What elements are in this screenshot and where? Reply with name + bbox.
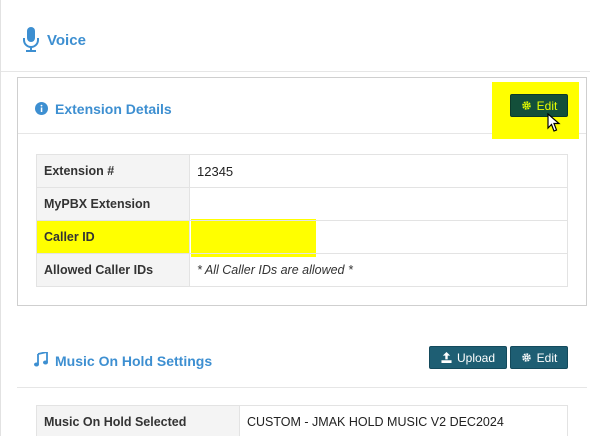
extension-details-table: Extension # 12345 MyPBX Extension Caller…: [36, 154, 568, 287]
voice-section-header: Voice: [1, 0, 590, 72]
table-row: MyPBX Extension: [36, 187, 568, 221]
table-row: Music On Hold Selected CUSTOM - JMAK HOL…: [36, 405, 568, 436]
music-note-icon: [34, 352, 48, 367]
page-title: Voice: [47, 32, 86, 49]
allowed-caller-ids-value: * All Caller IDs are allowed *: [189, 253, 568, 287]
mouse-cursor-icon: [547, 113, 561, 132]
table-row: Allowed Caller IDs * All Caller IDs are …: [36, 253, 568, 287]
caller-id-label: Caller ID: [36, 220, 190, 254]
gear-icon: [521, 353, 531, 362]
voice-page: Voice Extension Details Edit Extension #…: [0, 0, 590, 436]
music-on-hold-table: Music On Hold Selected CUSTOM - JMAK HOL…: [36, 405, 568, 436]
microphone-icon: [23, 27, 39, 52]
moh-selected-value: CUSTOM - JMAK HOLD MUSIC V2 DEC2024: [239, 405, 568, 436]
info-circle-icon: [35, 102, 48, 115]
upload-icon: [441, 352, 452, 363]
extension-details-title: Extension Details: [55, 101, 172, 117]
table-row: Extension # 12345: [36, 154, 568, 188]
edit-extension-label: Edit: [536, 98, 558, 113]
caller-id-value: [189, 220, 568, 254]
gear-icon: [521, 101, 531, 110]
mypbx-extension-value: [189, 187, 568, 221]
extension-number-label: Extension #: [36, 154, 190, 188]
table-row: Caller ID: [36, 220, 568, 254]
moh-selected-label: Music On Hold Selected: [36, 405, 240, 436]
edit-music-on-hold-button[interactable]: Edit: [510, 346, 568, 369]
mypbx-extension-label: MyPBX Extension: [36, 187, 190, 221]
allowed-caller-ids-label: Allowed Caller IDs: [36, 253, 190, 287]
edit-music-on-hold-label: Edit: [536, 350, 558, 365]
extension-number-value: 12345: [189, 154, 568, 188]
upload-music-button[interactable]: Upload: [429, 346, 507, 369]
music-on-hold-title: Music On Hold Settings: [55, 353, 213, 369]
upload-label: Upload: [456, 350, 496, 365]
